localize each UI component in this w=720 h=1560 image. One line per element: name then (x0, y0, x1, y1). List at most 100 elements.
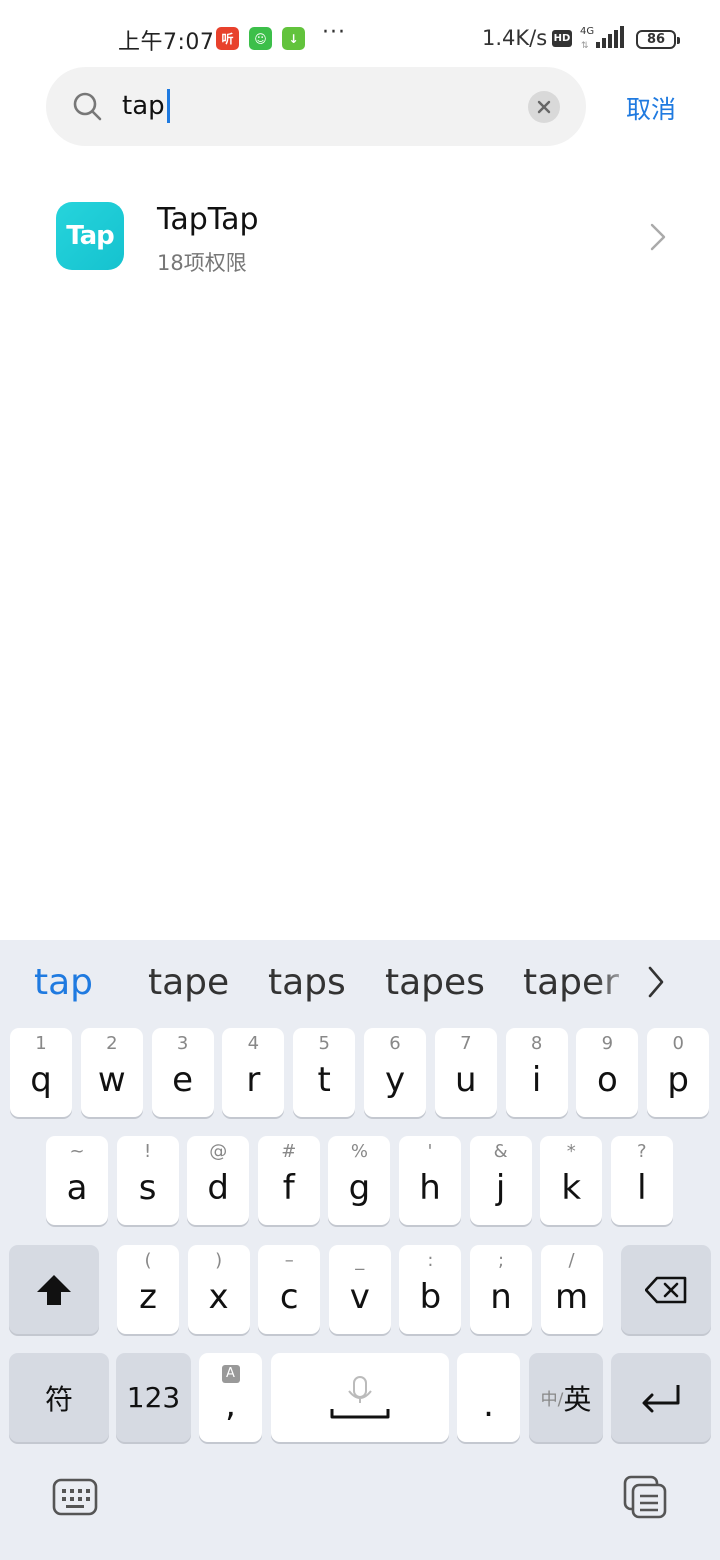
symbol-key[interactable]: 符 (9, 1353, 109, 1442)
number-key[interactable]: 123 (116, 1353, 191, 1442)
key-y[interactable]: 6y (364, 1028, 426, 1117)
taptap-app-icon: Tap (56, 202, 124, 270)
key-label: z (139, 1276, 157, 1317)
key-p[interactable]: 0p (647, 1028, 710, 1117)
suggestion-fade (596, 954, 636, 1014)
period-key-label: . (483, 1384, 494, 1425)
key-c[interactable]: – c (258, 1245, 321, 1334)
more-notifications-icon: ··· (322, 20, 346, 45)
key-hint: – (284, 1250, 294, 1271)
key-label: k (561, 1167, 582, 1208)
app-name: TapTap (157, 202, 259, 237)
key-n[interactable]: ; n (470, 1245, 532, 1334)
search-icon (72, 91, 104, 127)
key-k[interactable]: * k (540, 1136, 603, 1225)
network-speed: 1.4K/s (482, 26, 548, 50)
key-label: n (490, 1276, 512, 1317)
key-u[interactable]: 7u (434, 1028, 497, 1117)
key-g[interactable]: % g (328, 1136, 391, 1225)
key-q[interactable]: 1q (10, 1028, 72, 1117)
microphone-space-icon (330, 1375, 390, 1418)
key-label: x (208, 1276, 229, 1317)
enter-key[interactable] (611, 1353, 711, 1442)
search-bar[interactable]: tap (46, 67, 586, 146)
key-l[interactable]: ? l (610, 1136, 673, 1225)
key-label: o (596, 1059, 618, 1100)
lang-sub-label: 中/ (540, 1390, 564, 1410)
key-hint: 5 (318, 1033, 330, 1054)
key-hint: ~ (69, 1141, 85, 1162)
key-w[interactable]: 2w (80, 1028, 143, 1117)
key-hint: # (281, 1141, 297, 1162)
key-hint: : (427, 1250, 434, 1271)
listen-app-icon: 听 (216, 27, 239, 50)
key-hint: _ (355, 1250, 365, 1271)
text-cursor (166, 89, 170, 123)
key-label: e (172, 1059, 194, 1100)
key-label: w (97, 1059, 126, 1100)
key-hint: ) (215, 1250, 223, 1271)
key-a[interactable]: ~ a (46, 1136, 108, 1225)
cancel-button[interactable]: 取消 (626, 90, 676, 126)
clear-search-button[interactable] (528, 91, 560, 123)
key-label: m (555, 1276, 589, 1317)
suggestion-item[interactable]: tapes (385, 962, 485, 1003)
key-label: h (419, 1167, 441, 1208)
key-t[interactable]: 5t (293, 1028, 356, 1117)
close-icon (537, 100, 551, 114)
key-m[interactable]: / m (540, 1245, 603, 1334)
key-f[interactable]: # f (257, 1136, 320, 1225)
status-time: 上午7:07 (118, 30, 215, 55)
signal-icon: 4G ⇅ (580, 24, 628, 56)
key-hint: ! (143, 1141, 152, 1162)
comma-key-label: , (225, 1384, 236, 1425)
key-x[interactable]: ) x (187, 1245, 250, 1334)
key-e[interactable]: 3e (151, 1028, 214, 1117)
backspace-key[interactable] (621, 1245, 711, 1334)
status-bar: 上午7:07 听 ☺ ↓ ··· 1.4K/s HD 4G ⇅ 86 (0, 0, 720, 72)
search-input[interactable]: tap (122, 89, 170, 123)
key-label: i (531, 1059, 542, 1100)
period-key[interactable]: . (457, 1353, 520, 1442)
key-d[interactable]: @ d (187, 1136, 250, 1225)
keyboard-switch-icon[interactable] (52, 1478, 98, 1522)
key-r[interactable]: 4r (222, 1028, 285, 1117)
suggestion-item[interactable]: taps (268, 962, 346, 1003)
language-switch-key[interactable]: 中/ 英 (529, 1353, 603, 1442)
shift-key[interactable] (9, 1245, 99, 1334)
green-app-icon: ☺ (249, 27, 272, 50)
key-hint: 9 (601, 1033, 614, 1054)
key-v[interactable]: _ v (328, 1245, 391, 1334)
key-hint: 7 (460, 1033, 472, 1054)
clipboard-icon[interactable] (622, 1474, 668, 1524)
key-hint: ? (637, 1141, 647, 1162)
key-label: r (246, 1059, 261, 1100)
key-h[interactable]: ' h (399, 1136, 461, 1225)
space-key[interactable] (271, 1353, 449, 1442)
app-result-item[interactable]: Tap TapTap 18项权限 (0, 180, 720, 292)
suggestion-item[interactable]: tape (148, 962, 229, 1003)
key-s[interactable]: ! s (116, 1136, 179, 1225)
enter-icon (642, 1384, 680, 1412)
key-label: q (30, 1059, 52, 1100)
expand-suggestions-icon[interactable] (644, 964, 668, 1004)
key-b[interactable]: :b (399, 1245, 462, 1334)
suggestion-item[interactable]: tap (34, 962, 93, 1003)
app-permissions-search-screen: 上午7:07 听 ☺ ↓ ··· 1.4K/s HD 4G ⇅ 86 tap 取… (0, 0, 720, 1560)
key-label: l (637, 1167, 647, 1208)
backspace-icon (645, 1276, 687, 1303)
key-label: d (207, 1167, 229, 1208)
soft-keyboard: tap tape taps tapes taper 1q2w3e4r5t6y7u… (0, 940, 720, 1560)
key-label: j (495, 1167, 506, 1208)
key-z[interactable]: (z (117, 1245, 179, 1334)
battery-icon: 86 (636, 30, 680, 49)
key-j[interactable]: & j (469, 1136, 532, 1225)
number-key-label: 123 (126, 1381, 181, 1414)
hd-icon: HD (552, 30, 572, 47)
key-i[interactable]: 8i (505, 1028, 568, 1117)
key-hint: 2 (106, 1033, 118, 1054)
comma-key[interactable]: A , (199, 1353, 262, 1442)
chevron-right-icon (648, 222, 668, 256)
download-icon: ↓ (282, 27, 305, 50)
key-o[interactable]: 9o (576, 1028, 639, 1117)
